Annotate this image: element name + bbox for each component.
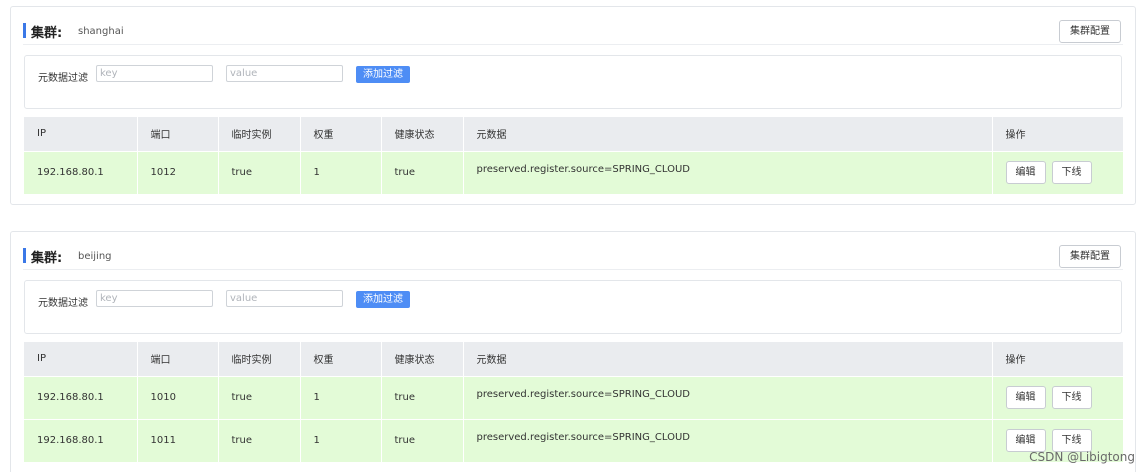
col-header-health: 健康状态 (381, 117, 464, 151)
col-header-actions: 操作 (992, 342, 1124, 376)
cell-weight: 1 (300, 150, 382, 194)
col-header-health: 健康状态 (381, 342, 464, 376)
filter-value-input[interactable] (226, 65, 343, 82)
metadata-filter-label: 元数据过滤 (38, 73, 88, 84)
cluster-header: 集群: beijing 集群配置 (23, 240, 1123, 270)
table-row: 192.168.80.1 1012 true 1 true preserved.… (24, 150, 1124, 194)
cell-port: 1010 (137, 375, 219, 419)
title-accent-bar (23, 23, 26, 38)
cluster-title-label: 集群: (31, 251, 63, 266)
cluster-card-beijing: 集群: beijing 集群配置 元数据过滤 添加过滤 IP 端口 临时实例 权… (10, 231, 1136, 472)
cell-ephemeral: true (218, 375, 301, 419)
col-header-weight: 权重 (300, 117, 382, 151)
cell-actions: 编辑 下线 (992, 150, 1124, 194)
col-header-ephemeral: 临时实例 (218, 117, 301, 151)
edit-button[interactable]: 编辑 (1005, 429, 1046, 453)
edit-button[interactable]: 编辑 (1005, 161, 1046, 185)
cell-metadata: preserved.register.source=SPRING_CLOUD (463, 375, 993, 419)
cell-health: true (381, 150, 464, 194)
cluster-header: 集群: shanghai 集群配置 (23, 15, 1123, 45)
metadata-filter-panel: 元数据过滤 添加过滤 (24, 55, 1122, 109)
col-header-ip: IP (24, 117, 138, 151)
cluster-title-label: 集群: (31, 26, 63, 41)
cell-metadata: preserved.register.source=SPRING_CLOUD (463, 418, 993, 462)
cell-ephemeral: true (218, 418, 301, 462)
cell-port: 1012 (137, 150, 219, 194)
filter-key-input[interactable] (96, 290, 213, 307)
cluster-card-shanghai: 集群: shanghai 集群配置 元数据过滤 添加过滤 IP 端口 临时实例 … (10, 6, 1136, 205)
metadata-filter-panel: 元数据过滤 添加过滤 (24, 280, 1122, 334)
cell-metadata: preserved.register.source=SPRING_CLOUD (463, 150, 993, 194)
add-filter-button[interactable]: 添加过滤 (356, 66, 410, 83)
cluster-config-button[interactable]: 集群配置 (1059, 20, 1121, 43)
metadata-filter-label: 元数据过滤 (38, 298, 88, 309)
cluster-name: shanghai (78, 26, 124, 37)
col-header-metadata: 元数据 (463, 342, 993, 376)
instance-table: IP 端口 临时实例 权重 健康状态 元数据 操作 192.168.80.1 1… (24, 342, 1124, 462)
col-header-ip: IP (24, 342, 138, 376)
watermark-text: CSDN @Libigtong (1029, 450, 1135, 464)
cell-health: true (381, 418, 464, 462)
table-header-row: IP 端口 临时实例 权重 健康状态 元数据 操作 (24, 342, 1124, 376)
col-header-ephemeral: 临时实例 (218, 342, 301, 376)
cell-weight: 1 (300, 375, 382, 419)
filter-key-input[interactable] (96, 65, 213, 82)
instance-table: IP 端口 临时实例 权重 健康状态 元数据 操作 192.168.80.1 1… (24, 117, 1124, 194)
col-header-weight: 权重 (300, 342, 382, 376)
col-header-port: 端口 (137, 342, 219, 376)
cell-port: 1011 (137, 418, 219, 462)
col-header-metadata: 元数据 (463, 117, 993, 151)
cell-weight: 1 (300, 418, 382, 462)
offline-button[interactable]: 下线 (1051, 429, 1092, 453)
cluster-config-button[interactable]: 集群配置 (1059, 245, 1121, 268)
cell-ip: 192.168.80.1 (24, 150, 138, 194)
cell-ip: 192.168.80.1 (24, 375, 138, 419)
edit-button[interactable]: 编辑 (1005, 386, 1046, 409)
filter-value-input[interactable] (226, 290, 343, 307)
table-row: 192.168.80.1 1010 true 1 true preserved.… (24, 375, 1124, 419)
add-filter-button[interactable]: 添加过滤 (356, 291, 410, 308)
table-row: 192.168.80.1 1011 true 1 true preserved.… (24, 418, 1124, 462)
title-accent-bar (23, 248, 26, 263)
cell-ip: 192.168.80.1 (24, 418, 138, 462)
cell-health: true (381, 375, 464, 419)
table-header-row: IP 端口 临时实例 权重 健康状态 元数据 操作 (24, 117, 1124, 151)
offline-button[interactable]: 下线 (1051, 386, 1092, 409)
col-header-port: 端口 (137, 117, 219, 151)
cell-actions: 编辑 下线 (992, 375, 1124, 419)
offline-button[interactable]: 下线 (1051, 161, 1092, 185)
cluster-name: beijing (78, 251, 112, 262)
cell-ephemeral: true (218, 150, 301, 194)
col-header-actions: 操作 (992, 117, 1124, 151)
